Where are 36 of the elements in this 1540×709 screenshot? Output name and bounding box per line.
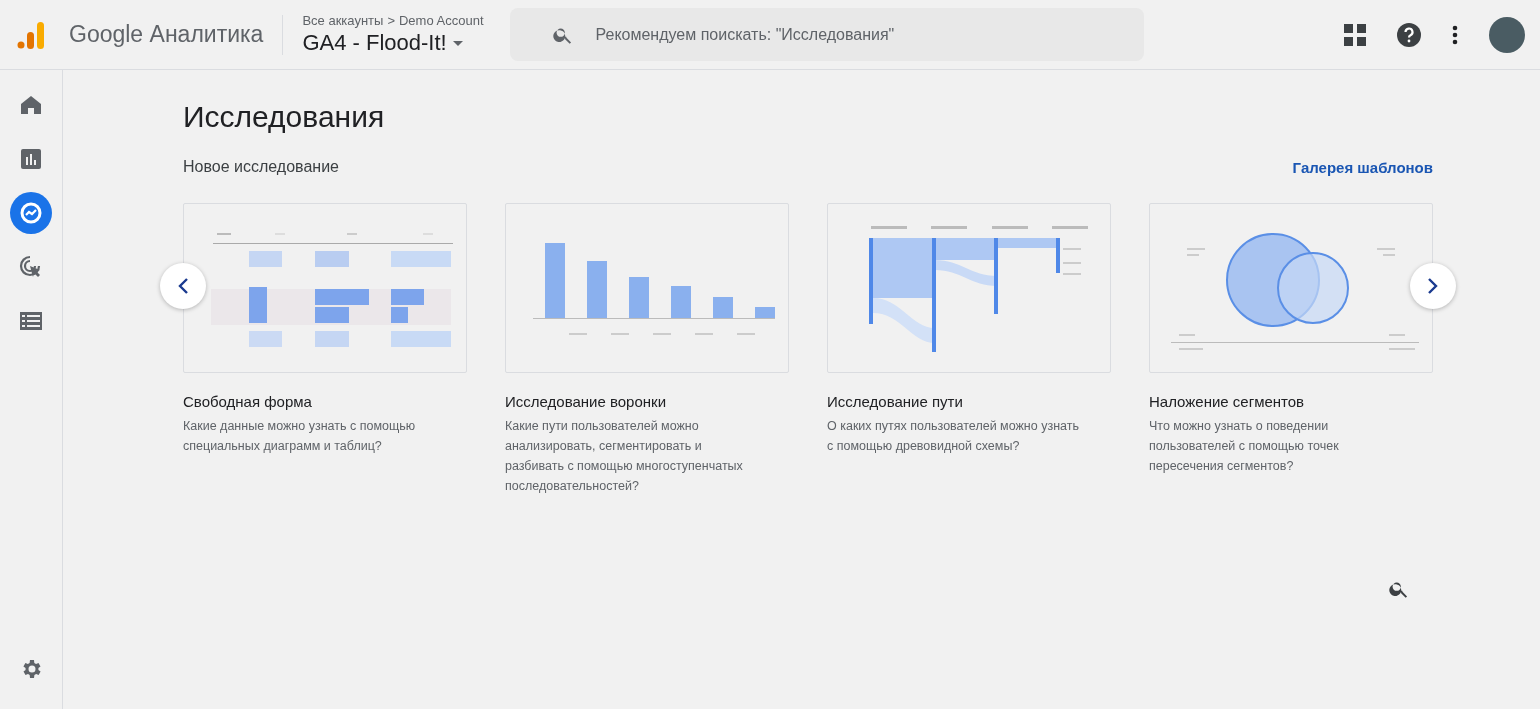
product-name: Google Аналитика (69, 21, 264, 48)
list-icon (20, 312, 42, 330)
cursor-target-icon (19, 255, 43, 279)
chevron-right-icon (1427, 277, 1439, 295)
property-selector[interactable]: GA4 - Flood-It! (302, 30, 484, 56)
section-heading: Новое исследование (183, 158, 339, 176)
card-title: Исследование воронки (505, 393, 667, 410)
breadcrumb-separator: > (387, 13, 395, 28)
bar-chart-icon (21, 149, 41, 169)
path-thumbnail[interactable] (827, 203, 1111, 373)
more-options-icon[interactable] (1452, 24, 1458, 45)
card-title: Исследование пути (827, 393, 964, 410)
freeform-thumbnail[interactable] (183, 203, 467, 373)
template-gallery-link[interactable]: Галерея шаблонов (1292, 158, 1433, 176)
breadcrumb-link[interactable]: Demo Account (398, 13, 484, 28)
page-title: Исследования (183, 100, 386, 134)
analytics-logo-icon (16, 19, 46, 50)
card-description: Что можно узнать о поведении пользователей с помощью точек пересечения сегментов? (1149, 418, 1340, 475)
funnel-thumbnail[interactable] (505, 203, 789, 373)
breadcrumb-link[interactable]: Все аккаунты (302, 13, 384, 28)
trend-circle-icon (19, 201, 43, 225)
card-description: О каких путях пользователей можно узнать с помощью древовидной схемы? (827, 418, 1080, 455)
search-bar[interactable]: Рекомендуем поискать: "Исследования" (509, 8, 1144, 61)
help-icon[interactable] (1397, 22, 1421, 47)
search-field[interactable]: Рекомендуем поискать: "Исследования" (593, 24, 1144, 45)
chevron-left-icon (177, 277, 189, 295)
card-title: Свободная форма (183, 393, 313, 410)
apps-grid-icon[interactable] (1344, 23, 1366, 46)
explore-nav-button[interactable] (10, 192, 52, 234)
card-description: Какие пути пользователей можно анализировать, сегментировать и разбивать с помощью многоступенчатых последовательностей? (505, 418, 744, 495)
card-title: Наложение сегментов (1149, 393, 1306, 410)
overlap-thumbnail[interactable] (1149, 203, 1433, 373)
card-description: Какие данные можно узнать с помощью специальных диаграмм и таблиц? (183, 418, 417, 455)
user-avatar[interactable] (1489, 16, 1525, 53)
home-icon (21, 96, 41, 114)
caret-icon (452, 40, 463, 46)
